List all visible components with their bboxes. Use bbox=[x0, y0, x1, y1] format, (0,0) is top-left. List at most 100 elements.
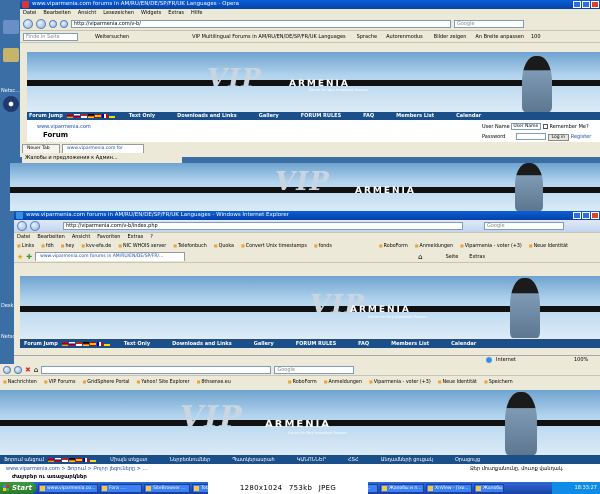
task-item-0[interactable]: www.viparmenia.co... bbox=[38, 483, 98, 493]
ff-breadcrumb[interactable]: www.viparmenia.com > Ֆորում > Բոլոր լեզո… bbox=[6, 466, 147, 472]
ie-menu-bearbeiten[interactable]: Bearbeiten bbox=[37, 233, 64, 241]
nav-calendar[interactable]: Calendar bbox=[456, 113, 481, 119]
ie-nav-downloads[interactable]: Downloads and Links bbox=[172, 341, 232, 347]
reload-icon[interactable] bbox=[49, 19, 57, 28]
menu-hilfe[interactable]: Hilfe bbox=[191, 9, 202, 17]
ie-back-icon[interactable] bbox=[17, 221, 27, 231]
desktop-icon-2[interactable] bbox=[3, 48, 19, 62]
ie-zoom[interactable]: 100% bbox=[574, 356, 588, 364]
ff-voter[interactable]: Viparmenia - voter (+3) bbox=[369, 379, 431, 385]
ie-menu-favoriten[interactable]: Favoriten bbox=[97, 233, 120, 241]
language-button[interactable]: Sprache bbox=[357, 34, 377, 40]
menu-widgets[interactable]: Widgets bbox=[141, 9, 161, 17]
start-button[interactable]: Start bbox=[0, 482, 36, 494]
show-images-button[interactable]: Bilder zeigen bbox=[434, 34, 467, 40]
back-icon[interactable] bbox=[23, 18, 33, 29]
menu-extras[interactable]: Extras bbox=[168, 9, 184, 17]
ff-back-icon[interactable] bbox=[3, 365, 11, 374]
add-favorite-icon[interactable]: ✚ bbox=[26, 253, 32, 261]
ff-roboform[interactable]: RoboForm bbox=[288, 379, 317, 385]
ie-home-icon[interactable]: ⌂ bbox=[418, 253, 422, 261]
password-input[interactable] bbox=[515, 133, 546, 140]
language-flags[interactable] bbox=[66, 114, 115, 118]
menu-datei[interactable]: Datei bbox=[23, 9, 36, 17]
favorites-star-icon[interactable]: ★ bbox=[17, 253, 23, 261]
task-item-2[interactable]: SiteBrowser ... bbox=[144, 483, 190, 493]
nav-faq[interactable]: FAQ bbox=[363, 113, 374, 119]
ff-nav-7[interactable]: Օրացույց bbox=[455, 457, 480, 463]
ie-search-field[interactable]: Google bbox=[484, 222, 564, 230]
ff-nav-1[interactable]: Միայն տեքստ bbox=[110, 457, 147, 463]
task-item-1[interactable]: Fora .... bbox=[100, 483, 142, 493]
close-button[interactable] bbox=[591, 1, 599, 8]
desktop-icon-1[interactable] bbox=[3, 20, 19, 34]
ie-link-7[interactable]: Convert Unix timestamps bbox=[241, 243, 307, 249]
ie-new-identity[interactable]: Neue Identität bbox=[529, 243, 568, 249]
ie-roboform[interactable]: RoboForm bbox=[379, 243, 408, 249]
ie-url-field[interactable]: http://viparmenia.com/v-b/index.php bbox=[63, 222, 463, 230]
ff-url-field[interactable] bbox=[41, 365, 272, 374]
ff-save[interactable]: Speichern bbox=[484, 379, 513, 385]
home-icon[interactable] bbox=[60, 19, 68, 28]
opera-search-field[interactable]: Google bbox=[454, 19, 524, 28]
bm-8thsense[interactable]: 8thsense.eu bbox=[197, 379, 230, 385]
nav-downloads[interactable]: Downloads and Links bbox=[177, 113, 237, 119]
bm-gridsphere[interactable]: GridSphere Portal bbox=[82, 379, 129, 385]
tab-viparmenia[interactable]: www.viparmenia.com for bbox=[62, 144, 144, 153]
ie-link-8[interactable]: fonds bbox=[314, 243, 332, 249]
find-in-page-field[interactable]: Finde in Seite bbox=[23, 32, 78, 41]
ff-new-identity[interactable]: Neue Identität bbox=[438, 379, 477, 385]
ff-nav-2[interactable]: Ներբեռնումներ bbox=[169, 457, 210, 463]
opera-url-field[interactable]: http://viparmenia.com/v-b/ bbox=[71, 19, 451, 28]
ff-search-field[interactable]: Google bbox=[274, 365, 355, 374]
minimize-button[interactable] bbox=[573, 1, 581, 8]
nav-text-only[interactable]: Text Only bbox=[129, 113, 155, 119]
nav-gallery[interactable]: Gallery bbox=[259, 113, 279, 119]
username-input[interactable]: User Name bbox=[511, 123, 542, 130]
ie-menu-datei[interactable]: Datei bbox=[17, 233, 30, 241]
register-link[interactable]: Register bbox=[571, 134, 592, 140]
ie-link-0[interactable]: Links bbox=[17, 243, 34, 249]
ie-nav-text-only[interactable]: Text Only bbox=[124, 341, 150, 347]
ie-language-flags[interactable] bbox=[61, 341, 110, 346]
ff-nav-3[interactable]: Պատկերասրահ bbox=[232, 457, 275, 463]
remember-checkbox[interactable] bbox=[542, 124, 548, 129]
ie-nav-forum-jump[interactable]: Forum Jump bbox=[24, 341, 58, 347]
ie-anmeldungen[interactable]: Anmeldungen bbox=[415, 243, 453, 249]
tab-new[interactable]: Neuer Tab bbox=[22, 144, 60, 153]
ie-link-4[interactable]: NIC WHOIS server bbox=[118, 243, 166, 249]
ie-nav-gallery[interactable]: Gallery bbox=[254, 341, 274, 347]
menu-bearbeiten[interactable]: Bearbeiten bbox=[43, 9, 70, 17]
side-window-title[interactable]: Жалобы и предложения к Админ... bbox=[22, 154, 182, 163]
login-button[interactable]: Log in bbox=[547, 134, 570, 141]
ie-link-1[interactable]: fdh bbox=[41, 243, 54, 249]
nav-forum-rules[interactable]: FORUM RULES bbox=[301, 113, 341, 119]
ie-link-6[interactable]: Quoka bbox=[214, 243, 234, 249]
maximize-button[interactable] bbox=[582, 1, 590, 8]
ff-stop-icon[interactable]: ✖ bbox=[25, 366, 31, 374]
ie-voter[interactable]: Viparmenia - voter (+3) bbox=[460, 243, 522, 249]
ff-nav-6[interactable]: Անդամների ցուցակ bbox=[381, 457, 433, 463]
menu-ansicht[interactable]: Ansicht bbox=[78, 9, 96, 17]
nav-forum-jump[interactable]: Forum Jump bbox=[29, 113, 63, 119]
ie-page-menu[interactable]: Seite bbox=[446, 254, 459, 260]
ie-nav-members[interactable]: Members List bbox=[391, 341, 429, 347]
ie-nav-calendar[interactable]: Calendar bbox=[451, 341, 476, 347]
ie-link-2[interactable]: hey bbox=[61, 243, 74, 249]
ie-menu-extras[interactable]: Extras bbox=[127, 233, 143, 241]
ie-menu-ansicht[interactable]: Ansicht bbox=[72, 233, 90, 241]
ie-link-5[interactable]: Telefonbuch bbox=[173, 243, 207, 249]
breadcrumb[interactable]: www.viparmenia.com bbox=[37, 124, 91, 130]
ie-menu-help[interactable]: ? bbox=[150, 233, 153, 241]
ie-nav-faq[interactable]: FAQ bbox=[358, 341, 369, 347]
ff-language-flags[interactable] bbox=[48, 457, 97, 462]
page-title-tool[interactable]: VIP Multilingual Forums in AM/RU/EN/DE/S… bbox=[192, 34, 345, 40]
ie-close-button[interactable] bbox=[591, 212, 599, 219]
tray-clock[interactable]: 18:33:27 bbox=[575, 485, 597, 491]
ie-nav-forum-rules[interactable]: FORUM RULES bbox=[296, 341, 336, 347]
ff-forward-icon[interactable] bbox=[14, 365, 22, 374]
fit-width-button[interactable]: An Breite anpassen bbox=[475, 34, 524, 40]
ff-anmeldungen[interactable]: Anmeldungen bbox=[324, 379, 361, 385]
find-next-button[interactable]: Weitersuchen bbox=[95, 34, 129, 40]
author-mode-button[interactable]: Autorenmodus bbox=[386, 34, 423, 40]
